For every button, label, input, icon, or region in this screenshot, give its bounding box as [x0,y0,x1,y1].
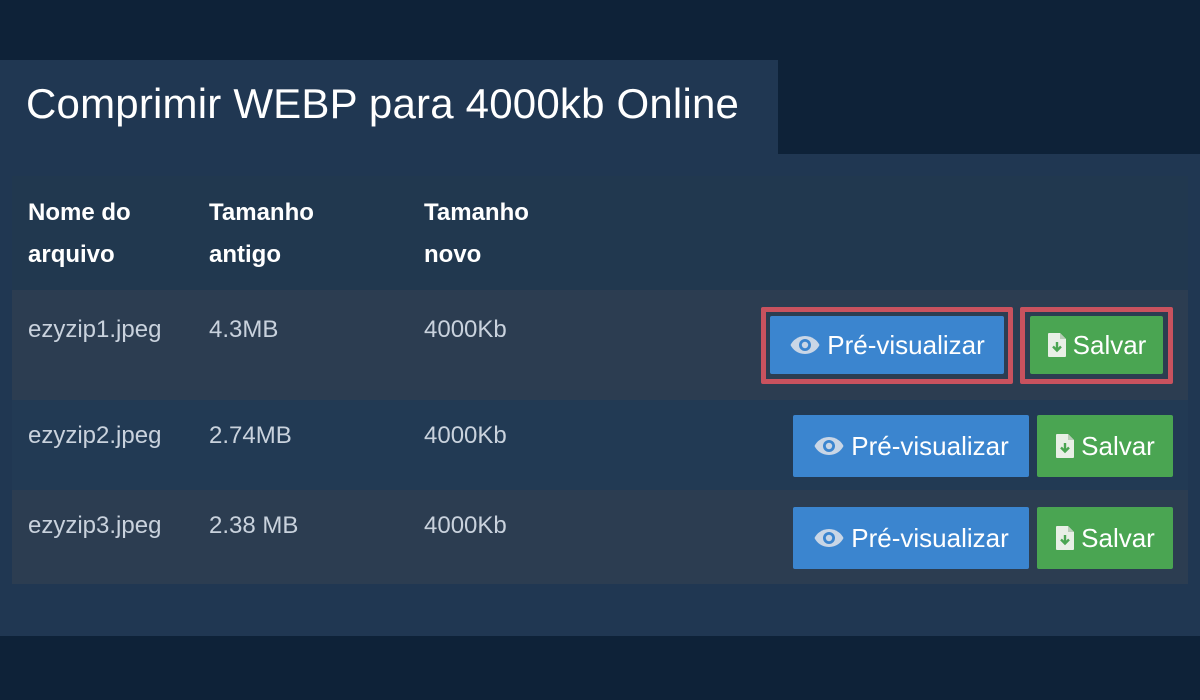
eye-icon [813,435,845,457]
save-button[interactable]: Salvar [1037,507,1173,569]
preview-button[interactable]: Pré-visualizar [793,507,1029,569]
save-button[interactable]: Salvar [1037,415,1173,477]
save-button-label: Salvar [1081,522,1155,553]
old-size-cell: 2.38 MB [209,512,299,539]
preview-button-label: Pré-visualizar [827,329,985,360]
column-header-old-size: Tamanho antigo [209,199,314,268]
page: Comprimir WEBP para 4000kb Online Nome d… [0,0,1200,700]
save-button[interactable]: Salvar [1030,316,1163,374]
preview-button[interactable]: Pré-visualizar [793,415,1029,477]
file-download-icon [1047,332,1067,358]
results-table: Nome do arquivo Tamanho antigo Tamanho n… [12,176,1188,584]
old-size-cell: 2.74MB [209,422,292,449]
table-row: ezyzip1.jpeg 4.3MB 4000Kb Pré-visualizar… [12,290,1188,400]
file-download-icon [1055,433,1075,459]
old-size-cell: 4.3MB [209,316,279,343]
preview-button-label: Pré-visualizar [851,522,1009,553]
new-size-cell: 4000Kb [424,422,507,449]
table-row: ezyzip2.jpeg 2.74MB 4000Kb Pré-visualiza… [12,400,1188,490]
new-size-cell: 4000Kb [424,512,507,539]
filename-cell: ezyzip1.jpeg [28,316,162,343]
table-row: ezyzip3.jpeg 2.38 MB 4000Kb Pré-visualiz… [12,490,1188,584]
new-size-cell: 4000Kb [424,316,507,343]
title-tab: Comprimir WEBP para 4000kb Online [0,60,778,156]
column-header-new-size: Tamanho novo [424,199,529,268]
filename-cell: ezyzip3.jpeg [28,512,162,539]
page-title: Comprimir WEBP para 4000kb Online [26,80,740,127]
file-download-icon [1055,525,1075,551]
preview-button[interactable]: Pré-visualizar [770,316,1004,374]
save-button-label: Salvar [1081,430,1155,461]
preview-button-label: Pré-visualizar [851,430,1009,461]
results-panel: Nome do arquivo Tamanho antigo Tamanho n… [0,154,1200,636]
table-header: Nome do arquivo Tamanho antigo Tamanho n… [12,176,1188,290]
column-header-filename: Nome do arquivo [28,199,131,268]
eye-icon [813,527,845,549]
eye-icon [789,334,821,356]
save-button-label: Salvar [1072,329,1147,360]
filename-cell: ezyzip2.jpeg [28,422,162,449]
